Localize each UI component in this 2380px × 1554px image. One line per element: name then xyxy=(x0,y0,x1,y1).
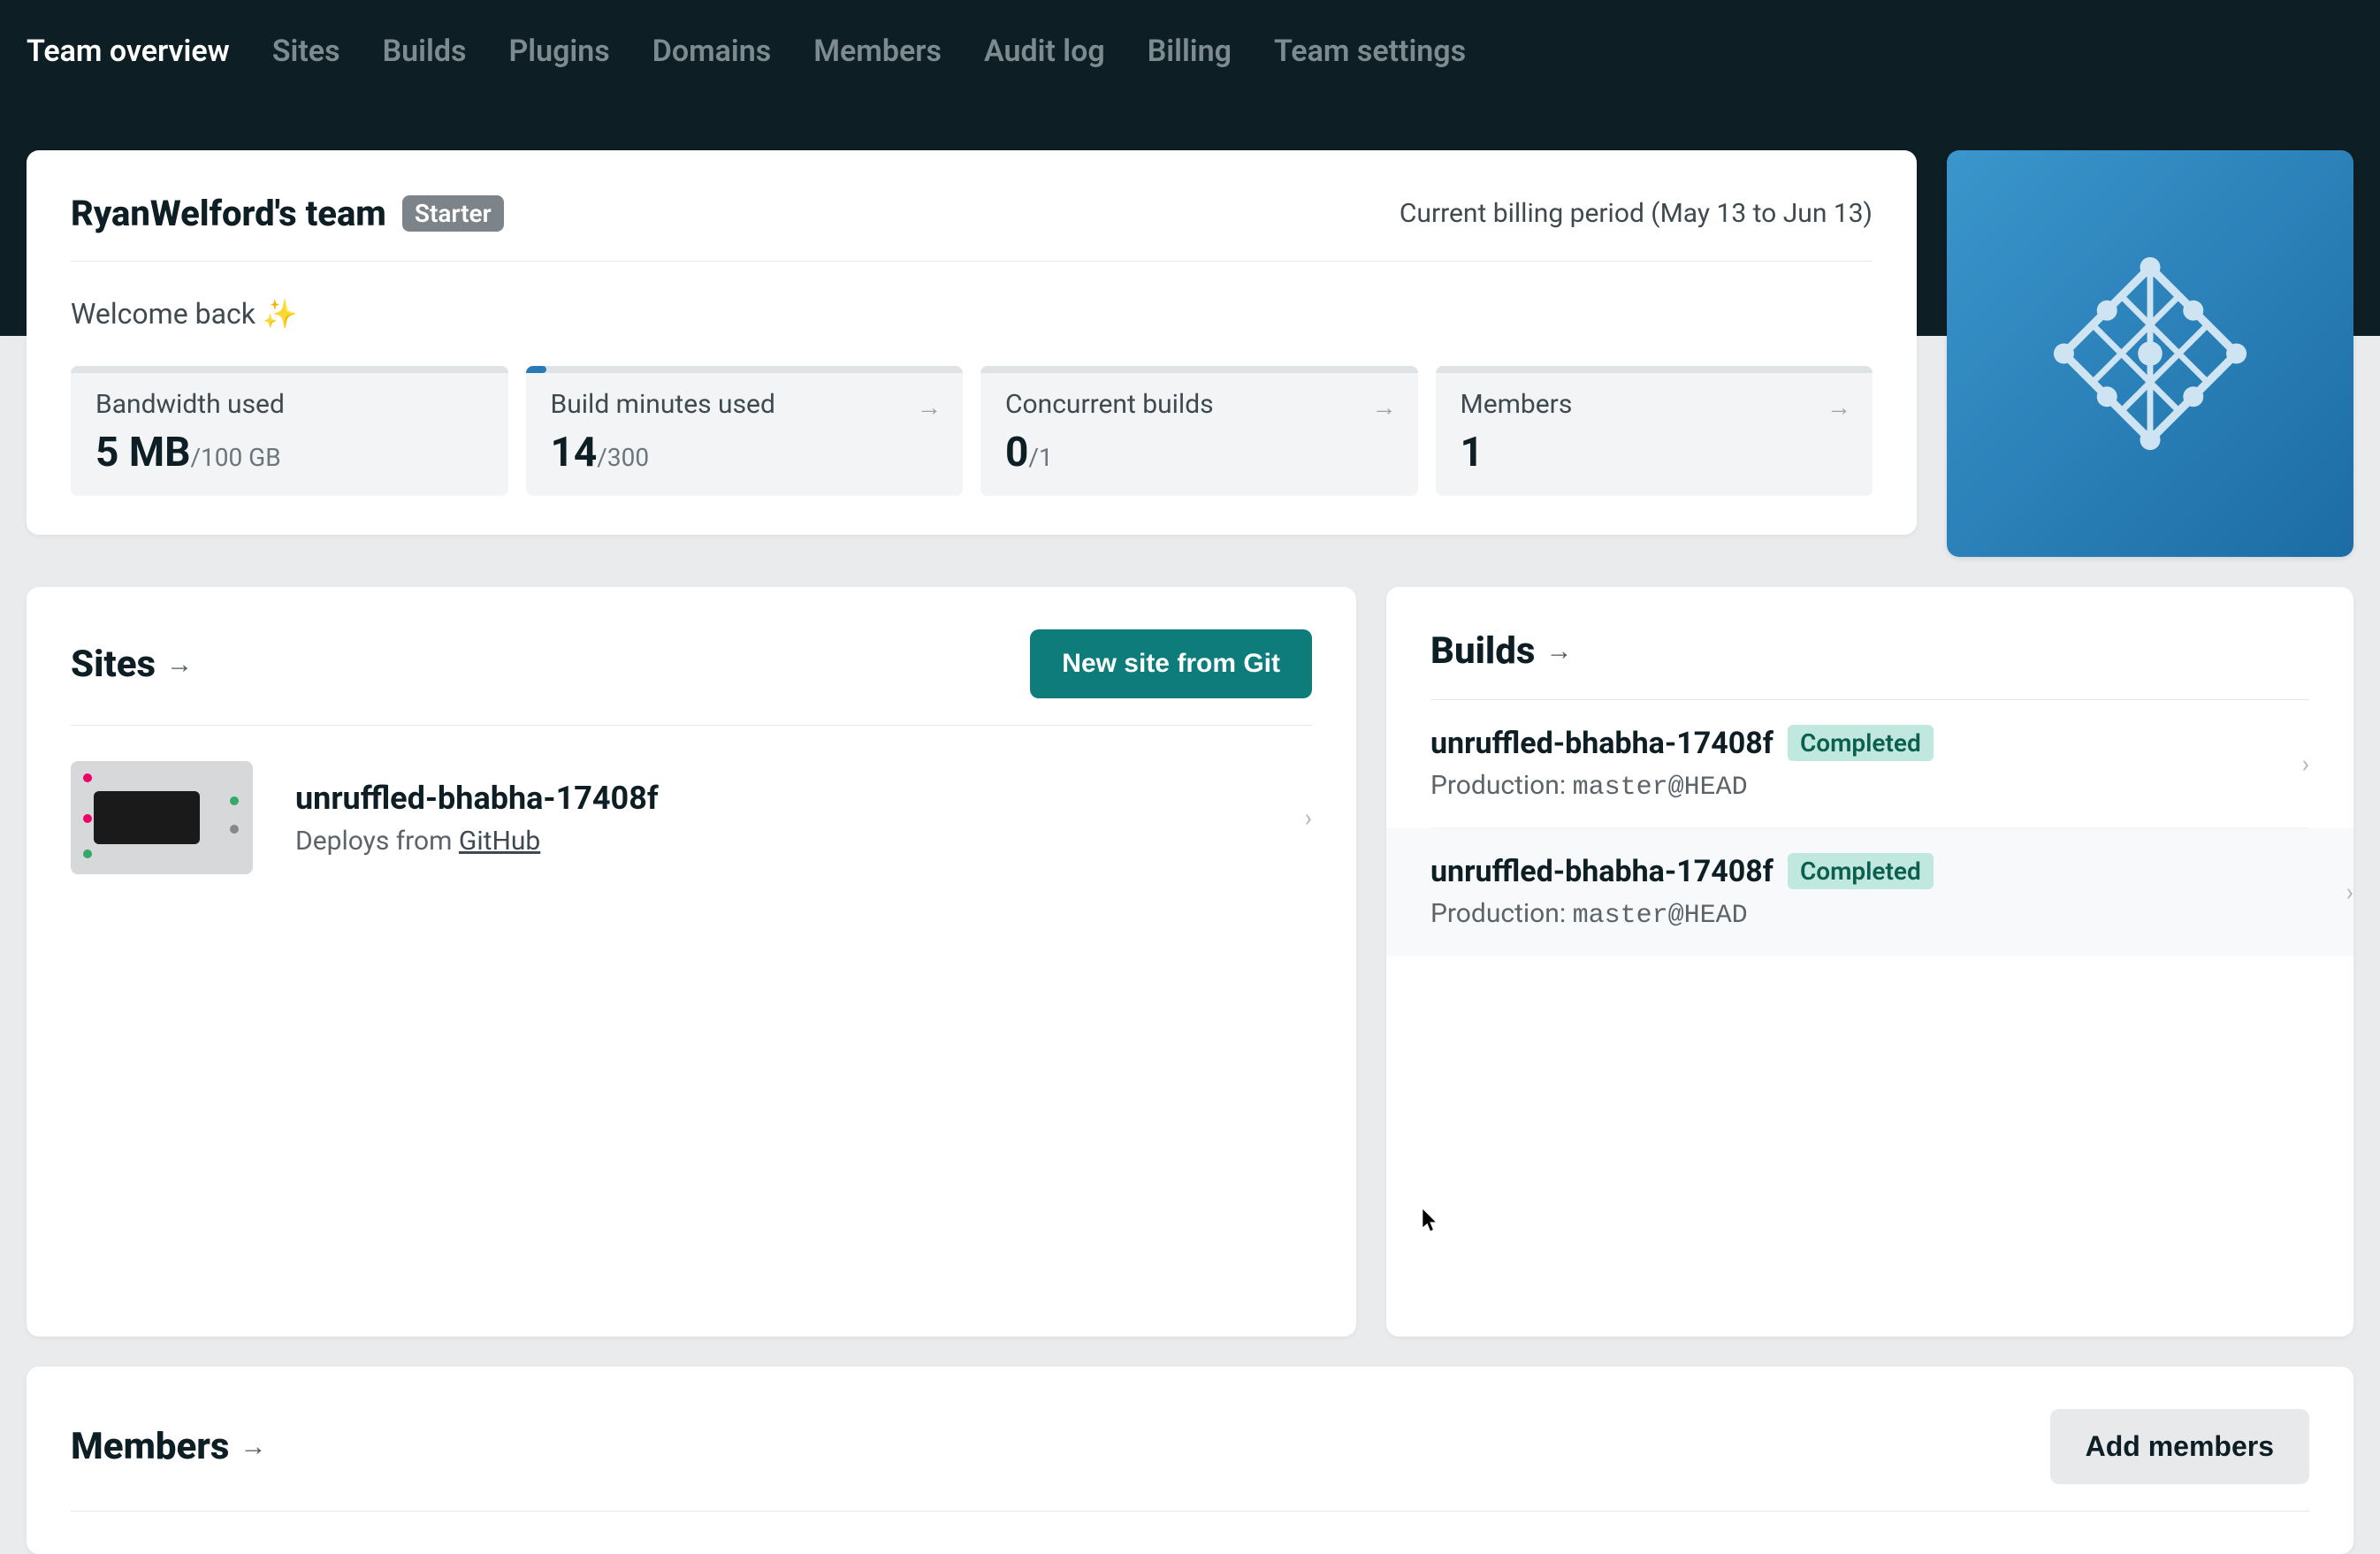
stat-members[interactable]: → Members 1 xyxy=(1436,366,1873,496)
site-thumbnail xyxy=(71,761,253,874)
sites-title: Sites xyxy=(71,643,156,686)
add-members-button[interactable]: Add members xyxy=(2050,1409,2309,1484)
sites-card: Sites → New site from Git unruffled-bhab… xyxy=(27,587,1356,1337)
team-name: RyanWelford's team xyxy=(71,193,386,234)
stat-members-value: 1 xyxy=(1461,429,1484,476)
members-card-header: Members → Add members xyxy=(71,1409,2309,1512)
sites-card-header: Sites → New site from Git xyxy=(71,629,1312,726)
stat-build-label: Build minutes used xyxy=(551,389,939,420)
chevron-right-icon: › xyxy=(2346,878,2353,907)
builds-title: Builds xyxy=(1430,629,1535,673)
stats-row: Bandwidth used 5 MB /100 GB → Build minu… xyxy=(71,366,1873,496)
builds-card-header: Builds → xyxy=(1430,629,2309,700)
site-row[interactable]: unruffled-bhabha-17408f Deploys from Git… xyxy=(71,726,1312,910)
mid-row: Sites → New site from Git unruffled-bhab… xyxy=(27,587,2353,1337)
stat-concurrent-label: Concurrent builds xyxy=(1005,389,1393,420)
content: RyanWelford's team Starter Current billi… xyxy=(27,150,2353,1554)
members-title: Members xyxy=(71,1425,229,1468)
stat-members-bar xyxy=(1436,366,1873,373)
build-site-name: unruffled-bhabha-17408f xyxy=(1430,854,1774,889)
build-site-name: unruffled-bhabha-17408f xyxy=(1430,726,1774,761)
new-site-button[interactable]: New site from Git xyxy=(1030,629,1312,698)
build-context: Production: xyxy=(1430,770,1566,801)
build-row[interactable]: unruffled-bhabha-17408f Completed Produc… xyxy=(1386,828,2353,956)
stat-build-minutes[interactable]: → Build minutes used 14 /300 xyxy=(526,366,964,496)
chevron-right-icon: › xyxy=(2302,750,2309,779)
stat-concurrent-limit: /1 xyxy=(1028,443,1052,472)
site-info: unruffled-bhabha-17408f Deploys from Git… xyxy=(295,780,659,857)
netlify-logo-icon xyxy=(2048,252,2252,455)
chevron-right-icon: › xyxy=(1305,804,1312,833)
build-row[interactable]: unruffled-bhabha-17408f Completed Produc… xyxy=(1430,700,2309,828)
builds-card: Builds → unruffled-bhabha-17408f Complet… xyxy=(1386,587,2353,1337)
build-status-badge: Completed xyxy=(1788,853,1934,889)
build-ref: master@HEAD xyxy=(1573,901,1748,931)
stat-members-label: Members xyxy=(1461,389,1849,420)
build-ref: master@HEAD xyxy=(1573,773,1748,803)
arrow-icon: → xyxy=(240,1431,266,1462)
stat-bandwidth-value: 5 MB xyxy=(95,429,190,476)
stat-build-limit: /300 xyxy=(597,443,649,472)
tab-team-overview[interactable]: Team overview xyxy=(27,34,230,69)
site-name: unruffled-bhabha-17408f xyxy=(295,780,659,817)
main-tabs: Team overview Sites Builds Plugins Domai… xyxy=(27,0,2353,103)
stat-concurrent-builds[interactable]: → Concurrent builds 0 /1 xyxy=(980,366,1418,496)
team-overview-card: RyanWelford's team Starter Current billi… xyxy=(27,150,1917,535)
stat-bandwidth-label: Bandwidth used xyxy=(95,389,484,420)
stat-bandwidth[interactable]: Bandwidth used 5 MB /100 GB xyxy=(71,366,508,496)
tab-members[interactable]: Members xyxy=(813,34,942,69)
tab-plugins[interactable]: Plugins xyxy=(508,34,609,69)
site-subtitle: Deploys from GitHub xyxy=(295,826,659,857)
arrow-icon: → xyxy=(166,649,193,680)
members-card: Members → Add members xyxy=(27,1367,2353,1554)
arrow-icon: → xyxy=(917,392,942,422)
plan-badge: Starter xyxy=(402,195,504,232)
arrow-icon: → xyxy=(1372,392,1397,422)
tab-builds[interactable]: Builds xyxy=(383,34,467,69)
billing-period: Current billing period (May 13 to Jun 13… xyxy=(1400,198,1873,229)
team-logo-tile xyxy=(1947,150,2353,557)
tab-audit-log[interactable]: Audit log xyxy=(984,34,1105,69)
build-status-badge: Completed xyxy=(1788,725,1934,761)
build-context: Production: xyxy=(1430,898,1566,929)
site-source-link[interactable]: GitHub xyxy=(459,826,540,857)
welcome-message: Welcome back ✨ xyxy=(71,262,1873,366)
tab-team-settings[interactable]: Team settings xyxy=(1274,34,1466,69)
stat-build-value: 14 xyxy=(551,429,598,476)
tab-domains[interactable]: Domains xyxy=(652,34,772,69)
sites-title-link[interactable]: Sites → xyxy=(71,643,193,686)
top-row: RyanWelford's team Starter Current billi… xyxy=(27,150,2353,557)
stat-build-bar xyxy=(526,366,964,373)
overview-header: RyanWelford's team Starter Current billi… xyxy=(71,193,1873,262)
members-title-link[interactable]: Members → xyxy=(71,1425,266,1468)
build-subtitle: Production: master@HEAD xyxy=(1430,770,2309,803)
stat-bandwidth-limit: /100 GB xyxy=(190,443,280,472)
stat-concurrent-bar xyxy=(980,366,1418,373)
team-name-row: RyanWelford's team Starter xyxy=(71,193,504,234)
arrow-icon: → xyxy=(1545,636,1572,667)
build-subtitle: Production: master@HEAD xyxy=(1430,898,2309,931)
site-sub-prefix: Deploys from xyxy=(295,826,459,857)
stat-bandwidth-bar xyxy=(71,366,508,373)
builds-list: unruffled-bhabha-17408f Completed Produc… xyxy=(1430,700,2309,956)
tab-billing[interactable]: Billing xyxy=(1148,34,1232,69)
builds-title-link[interactable]: Builds → xyxy=(1430,629,1572,673)
arrow-icon: → xyxy=(1827,392,1851,422)
stat-concurrent-value: 0 xyxy=(1005,429,1028,476)
tab-sites[interactable]: Sites xyxy=(272,34,340,69)
